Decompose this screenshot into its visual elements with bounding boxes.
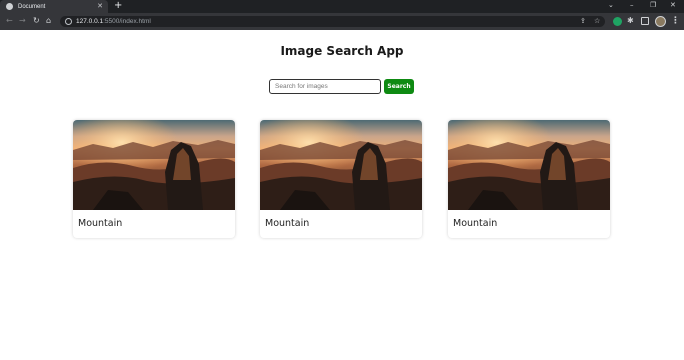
side-panel-icon[interactable] xyxy=(641,17,649,25)
page-title: Image Search App xyxy=(280,44,404,58)
extension-icon[interactable] xyxy=(613,17,622,26)
search-input[interactable] xyxy=(269,79,381,94)
search-button[interactable]: Search xyxy=(384,79,414,94)
card-caption: Mountain xyxy=(453,218,498,229)
card-caption: Mountain xyxy=(78,218,123,229)
chevron-down-icon[interactable]: ⌄ xyxy=(608,1,614,9)
bookmark-star-icon[interactable]: ☆ xyxy=(594,17,600,26)
window-close-icon[interactable]: ✕ xyxy=(670,1,676,9)
page-content: Image Search App Search for images Searc… xyxy=(0,30,684,360)
back-arrow-icon[interactable]: ← xyxy=(6,16,13,26)
restore-icon[interactable]: ❐ xyxy=(650,1,656,9)
address-bar[interactable]: 127.0.0.1:5500/index.html ⇪ ☆ xyxy=(60,16,605,27)
mountain-image xyxy=(448,120,610,210)
card-caption: Mountain xyxy=(265,218,310,229)
browser-tab[interactable]: Document ✕ xyxy=(0,0,108,13)
kebab-menu-icon[interactable]: ⋮ xyxy=(671,15,680,27)
globe-icon xyxy=(6,3,13,10)
site-info-icon[interactable] xyxy=(65,18,72,25)
url-text[interactable]: 127.0.0.1:5500/index.html xyxy=(76,17,151,26)
reload-icon[interactable]: ↻ xyxy=(33,16,40,26)
home-icon[interactable]: ⌂ xyxy=(46,16,51,26)
browser-tab-strip: Document ✕ + ⌄ – ❐ ✕ xyxy=(0,0,684,13)
minimize-icon[interactable]: – xyxy=(630,1,634,9)
image-card[interactable]: Mountain xyxy=(260,120,422,238)
tab-title: Document xyxy=(18,3,46,10)
forward-arrow-icon[interactable]: → xyxy=(19,16,26,26)
share-icon[interactable]: ⇪ xyxy=(580,17,586,26)
image-card[interactable]: Mountain xyxy=(73,120,235,238)
profile-avatar[interactable] xyxy=(655,16,666,27)
image-card[interactable]: Mountain xyxy=(448,120,610,238)
new-tab-icon[interactable]: + xyxy=(114,0,122,12)
close-icon[interactable]: ✕ xyxy=(97,2,103,10)
extensions-puzzle-icon[interactable]: ✱ xyxy=(627,16,636,25)
browser-toolbar: ← → ↻ ⌂ 127.0.0.1:5500/index.html ⇪ ☆ ✱ … xyxy=(0,13,684,30)
mountain-image xyxy=(73,120,235,210)
mountain-image xyxy=(260,120,422,210)
